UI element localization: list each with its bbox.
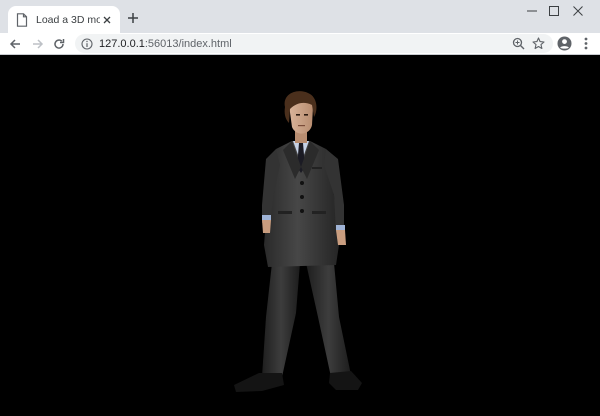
- back-arrow-icon[interactable]: [5, 33, 25, 54]
- toolbar: 127.0.0.1:56013/index.html: [0, 33, 600, 54]
- close-window-icon[interactable]: [556, 0, 600, 22]
- more-vert-icon[interactable]: [580, 36, 592, 51]
- 3d-character-model: [234, 91, 362, 392]
- star-icon[interactable]: [532, 37, 545, 50]
- close-icon[interactable]: [100, 13, 114, 27]
- address-bar[interactable]: 127.0.0.1:56013/index.html: [75, 34, 553, 53]
- forward-arrow-icon[interactable]: [28, 33, 48, 54]
- url-text: 127.0.0.1:56013/index.html: [99, 38, 232, 50]
- tab-active[interactable]: Load a 3D model: [8, 6, 120, 33]
- page-icon: [16, 12, 28, 27]
- plus-icon[interactable]: [124, 9, 142, 27]
- tab-strip: Load a 3D model: [0, 0, 600, 33]
- webgl-canvas[interactable]: [0, 54, 600, 416]
- account-icon[interactable]: [557, 36, 572, 51]
- url-host: 127.0.0.1: [99, 37, 145, 50]
- reload-icon[interactable]: [49, 33, 69, 54]
- url-path: :56013/index.html: [144, 37, 232, 50]
- tab-title: Load a 3D model: [36, 13, 100, 26]
- browser-window: Load a 3D model: [0, 0, 600, 416]
- info-icon[interactable]: [81, 37, 93, 50]
- zoom-icon[interactable]: [512, 37, 525, 50]
